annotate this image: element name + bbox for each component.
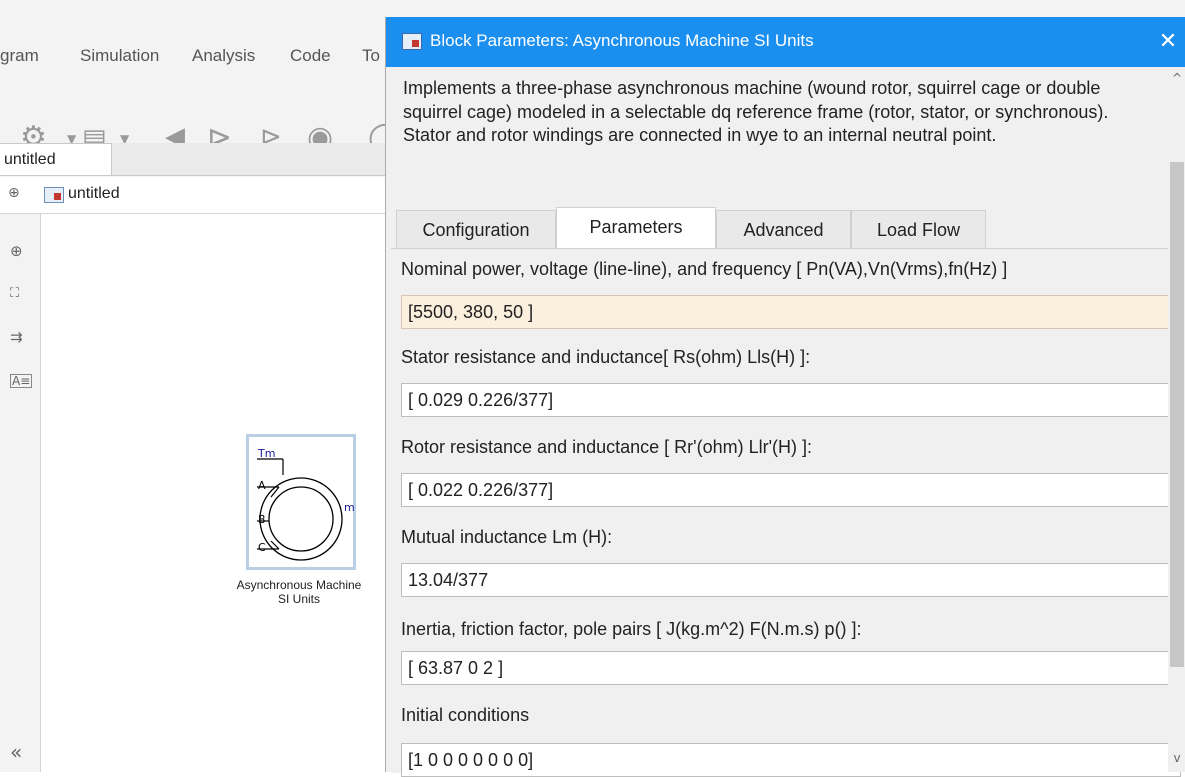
dialog-title: Block Parameters: Asynchronous Machine S… <box>430 31 814 50</box>
scroll-thumb[interactable] <box>1170 162 1184 667</box>
model-icon <box>44 187 64 203</box>
tool-palette: ⊕ ⛶ ⇉ A≡ « <box>0 214 41 772</box>
mutual-inductance-field[interactable]: 13.04/377 <box>401 563 1181 597</box>
menu-diagram[interactable]: gram <box>0 46 39 66</box>
menu-analysis[interactable]: Analysis <box>192 46 255 66</box>
scroll-up-icon[interactable]: ^ <box>1168 71 1185 85</box>
stator-params-label: Stator resistance and inductance[ Rs(ohm… <box>401 347 811 367</box>
initial-conditions-label: Initial conditions <box>401 705 530 725</box>
dialog-scrollbar[interactable]: ^ v <box>1168 67 1185 772</box>
zoom-icon[interactable]: ⊕ <box>10 242 23 260</box>
annotation-icon[interactable]: A≡ <box>10 374 33 388</box>
stator-params-field[interactable]: [ 0.029 0.226/377] <box>401 383 1181 417</box>
menu-simulation[interactable]: Simulation <box>80 46 159 66</box>
port-c-label: C <box>258 541 266 554</box>
port-m-label: m <box>344 501 355 514</box>
tab-advanced[interactable]: Advanced <box>716 210 851 248</box>
block-name-line2: SI Units <box>277 592 320 606</box>
dialog-tabs: Configuration Parameters Advanced Load F… <box>396 207 986 249</box>
fit-view-icon[interactable]: ⛶ <box>10 286 19 301</box>
route-lines-icon[interactable]: ⇉ <box>10 328 23 346</box>
inertia-params-label: Inertia, friction factor, pole pairs [ J… <box>401 619 862 639</box>
dialog-titlebar[interactable]: Block Parameters: Asynchronous Machine S… <box>386 17 1185 67</box>
tab-untitled[interactable]: untitled <box>0 143 112 175</box>
block-parameters-dialog: Block Parameters: Asynchronous Machine S… <box>385 17 1185 777</box>
rotor-params-field[interactable]: [ 0.022 0.226/377] <box>401 473 1181 507</box>
inertia-params-field[interactable]: [ 63.87 0 2 ] <box>401 651 1181 685</box>
scroll-down-icon[interactable]: v <box>1168 751 1185 765</box>
collapse-icon[interactable]: « <box>10 740 22 764</box>
close-button[interactable]: ✕ <box>1150 17 1185 67</box>
hide-explorer-icon[interactable]: ⊕ <box>8 185 20 201</box>
block-icon <box>402 33 422 50</box>
menu-tools[interactable]: To <box>362 46 380 66</box>
mutual-inductance-label: Mutual inductance Lm (H): <box>401 527 613 547</box>
toolbar: ⚙ ▼ ▤ ▼ ◀ ⊳ ⊳ ◉ ◯ <box>0 70 402 155</box>
block-name-line1: Asynchronous Machine <box>236 578 362 592</box>
asynchronous-machine-block[interactable]: Tm A B C m <box>246 434 356 570</box>
model-tabstrip: untitled <box>0 143 385 176</box>
port-a-label: A <box>258 479 266 492</box>
model-canvas[interactable]: Tm A B C m Asynchronous Machine SI Units <box>41 214 385 772</box>
address-label[interactable]: untitled <box>68 185 120 203</box>
block-description: Implements a three-phase asynchronous ma… <box>403 78 1109 145</box>
rotor-params-label: Rotor resistance and inductance [ Rr'(oh… <box>401 437 813 457</box>
address-bar: ⊕ untitled <box>0 177 385 214</box>
parameters-panel: Nominal power, voltage (line-line), and … <box>391 248 1181 777</box>
tab-parameters[interactable]: Parameters <box>556 207 716 249</box>
menu-bar: gram Simulation Analysis Code To <box>0 30 400 65</box>
tab-load-flow[interactable]: Load Flow <box>851 210 986 248</box>
tab-configuration[interactable]: Configuration <box>396 210 556 248</box>
block-name[interactable]: Asynchronous Machine SI Units <box>209 578 389 606</box>
port-b-label: B <box>258 513 266 526</box>
menu-code[interactable]: Code <box>290 46 331 66</box>
nominal-params-label: Nominal power, voltage (line-line), and … <box>401 259 1008 279</box>
port-tm-label: Tm <box>258 447 276 460</box>
nominal-params-field[interactable]: [5500, 380, 50 ] <box>401 295 1181 329</box>
